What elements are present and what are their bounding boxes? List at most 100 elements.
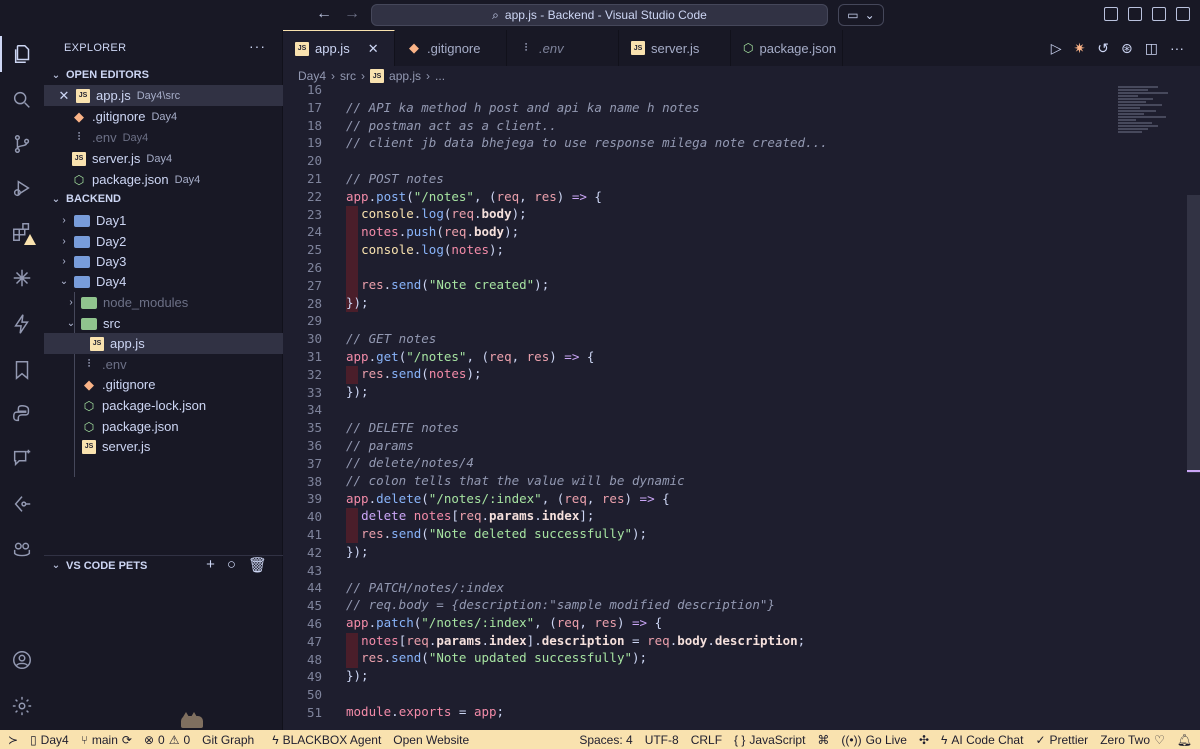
account-icon[interactable] [0,642,44,678]
source-control-icon[interactable] [0,126,44,162]
notifications-button[interactable]: 🔔︎ [1171,733,1200,747]
file-item[interactable]: ⫶ .env [44,354,283,375]
more-actions-icon[interactable]: ··· [249,38,266,54]
sparkle-icon[interactable]: ✷ [1074,40,1086,57]
code-line: }); [346,384,369,399]
workspace-header[interactable]: ⌄ BACKEND [44,189,283,209]
open-website-button[interactable]: Open Website [387,733,475,747]
openai-icon[interactable]: ⊛ [1121,40,1133,57]
pets-header[interactable]: ⌄ VS CODE PETS + ○ 🗑 [44,555,283,575]
git-graph-button[interactable]: Git Graph [196,733,260,747]
search-icon[interactable] [0,82,44,118]
bookmark-icon[interactable] [0,352,44,388]
extensions-icon[interactable] [0,214,44,250]
breadcrumb-item[interactable]: Day4 [298,69,326,83]
run-icon[interactable]: ▷ [1051,40,1062,57]
gitlens-icon[interactable] [0,486,44,522]
copilot-status[interactable]: ⌘ [811,733,835,747]
branch-status[interactable]: ⑂ main ⟳ [75,733,138,747]
forward-arrow-icon[interactable]: → [344,5,360,23]
more-actions-icon[interactable]: ··· [1170,40,1184,57]
code-line: console.log(notes); [361,242,505,257]
go-live-button[interactable]: ((•)) Go Live [835,733,913,747]
run-debug-icon[interactable] [0,170,44,206]
trash-icon[interactable]: 🗑 [248,556,267,574]
folder-item[interactable]: ⌄ Day4 [44,271,283,292]
code-line: // API ka method h post and api ka name … [346,100,700,115]
eol-status[interactable]: CRLF [685,733,728,747]
line-number: 21 [306,171,322,186]
language-mode[interactable]: { } JavaScript [728,733,811,747]
file-item[interactable]: ◆ .gitignore [44,374,283,395]
line-number: 44 [306,580,322,596]
settings-gear-icon[interactable] [0,688,44,724]
lightning-icon[interactable] [0,306,44,342]
open-editor-item[interactable]: ⫶ .env Day4 [44,127,283,148]
folder-item[interactable]: › Day2 [44,231,283,252]
split-editor-icon[interactable]: ◫ [1145,40,1158,57]
branch-icon: ⑂ [80,732,88,747]
tab-server-js[interactable]: JS server.js [619,30,731,66]
throw-ball-icon[interactable]: ○ [227,556,236,574]
folder-item[interactable]: › Day1 [44,210,283,231]
open-editor-item[interactable]: ◆ .gitignore Day4 [44,106,283,127]
folder-status[interactable]: ▯ Day4 [24,733,75,747]
history-icon[interactable]: ↺ [1097,40,1109,57]
line-number: 49 [306,669,322,685]
line-number: 45 [306,598,322,614]
warning-icon: ⚠ [168,732,180,747]
problems-status[interactable]: ⊗ 0 ⚠ 0 [138,733,196,747]
extension-status[interactable]: ✣ [913,733,935,747]
copilot-button[interactable]: ▭ ⌄ [838,4,884,26]
open-editor-item[interactable]: ✕ JS app.js Day4\src [44,85,283,106]
folder-item[interactable]: › Day3 [44,251,283,272]
status-bar: ≻ ▯ Day4 ⑂ main ⟳ ⊗ 0 ⚠ 0 Git Graph ϟ BL… [0,730,1200,749]
minimap[interactable] [1118,85,1178,155]
code-line: }); [346,295,369,310]
pet-cat-icon[interactable] [181,712,203,728]
vertical-scrollbar[interactable] [1187,195,1200,473]
back-arrow-icon[interactable]: ← [316,5,332,23]
breadcrumb-item[interactable]: src [340,69,356,83]
ai-code-chat-button[interactable]: ϟ AI Code Chat [935,733,1029,747]
indentation-status[interactable]: Spaces: 4 [573,733,638,747]
open-editor-item[interactable]: JS server.js Day4 [44,148,283,169]
file-item[interactable]: JS server.js [44,436,283,457]
close-icon[interactable]: ✕ [56,88,72,104]
copilot-icon[interactable] [0,530,44,566]
folder-item[interactable]: ⌄ src [44,313,283,334]
toggle-secondary-sidebar-icon[interactable] [1176,7,1190,21]
tab-package-json[interactable]: ⬡ package.json [731,30,843,66]
file-item[interactable]: ⬡ package.json [44,416,283,437]
breadcrumb-item[interactable]: app.js [389,69,421,83]
theme-status[interactable]: Zero Two ♡ [1094,733,1171,747]
open-editor-item[interactable]: ⬡ package.json Day4 [44,169,283,190]
add-pet-icon[interactable]: + [206,556,215,574]
python-icon[interactable] [0,396,44,432]
toggle-panel-icon[interactable] [1152,7,1166,21]
tab-gitignore[interactable]: ◆ .gitignore [395,30,507,66]
open-editors-header[interactable]: ⌄ OPEN EDITORS [44,65,283,85]
breadcrumb-item[interactable]: ... [435,69,445,83]
encoding-status[interactable]: UTF-8 [639,733,685,747]
code-line: res.send("Note deleted successfully"); [361,526,648,541]
toggle-sidebar-icon[interactable] [1128,7,1142,21]
sparkle-agent-icon[interactable] [0,260,44,296]
tab-app-js[interactable]: JS app.js ✕ [283,30,395,66]
prettier-status[interactable]: ✓ Prettier [1029,733,1094,747]
blackbox-button[interactable]: ϟ BLACKBOX Agent [266,733,387,747]
code-editor[interactable]: 16 17 18 19 20 21 22 23 24 25 26 27 28 29 30 31 32 33 34 35… [283,84,1200,730]
close-icon[interactable]: ✕ [368,41,379,57]
line-number: 42 [306,544,322,560]
command-center-search[interactable]: ⌕ app.js - Backend - Visual Studio Code [371,4,828,26]
chat-sparkle-icon[interactable] [0,440,44,476]
env-file-icon: ⫶ [77,131,81,143]
folder-item[interactable]: › node_modules [44,292,283,313]
file-item[interactable]: JS app.js [44,333,283,354]
remote-indicator[interactable]: ≻ [0,733,24,747]
tab-env[interactable]: ⫶ .env [507,30,619,66]
chevron-right-icon: › [62,215,66,226]
file-item[interactable]: ⬡ package-lock.json [44,395,283,416]
explorer-icon[interactable] [0,36,44,72]
customize-layout-icon[interactable] [1104,7,1118,21]
